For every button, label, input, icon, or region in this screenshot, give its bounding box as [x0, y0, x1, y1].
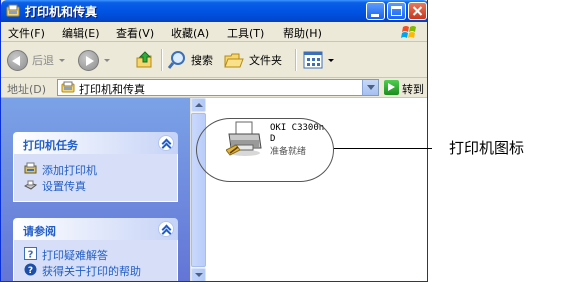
- address-value: 打印机和传真: [79, 83, 145, 96]
- scroll-up-icon[interactable]: [191, 98, 206, 112]
- panel-title: 打印机任务: [23, 139, 78, 152]
- menu-tools[interactable]: 工具(T): [227, 25, 264, 41]
- address-dropdown-button[interactable]: [362, 80, 378, 95]
- folders-label: 文件夹: [249, 54, 282, 67]
- toolbar: 后退 搜索 文件夹: [1, 42, 427, 78]
- back-button[interactable]: 后退: [7, 48, 65, 72]
- menu-help[interactable]: 帮助(H): [283, 25, 322, 41]
- printer-tasks-body: 添加打印机 设置传真: [13, 154, 178, 202]
- menu-edit[interactable]: 编辑(E): [62, 25, 100, 41]
- address-label: 地址(D): [7, 83, 47, 96]
- callout-label: 打印机图标: [449, 139, 525, 157]
- minimize-button[interactable]: [366, 2, 385, 20]
- fax-icon: [24, 180, 37, 190]
- address-field[interactable]: 打印机和传真: [57, 79, 379, 96]
- toolbar-separator: [161, 49, 162, 71]
- see-also-header[interactable]: 请参阅: [13, 218, 178, 240]
- panel-title: 请参阅: [23, 225, 56, 238]
- help-question-icon: ?: [24, 247, 37, 260]
- scroll-down-icon[interactable]: [191, 268, 206, 281]
- windows-logo-icon: [401, 26, 416, 38]
- back-arrow-icon: [7, 49, 28, 71]
- see-also-body: ? 打印疑难解答 ? 获得关于打印的帮助: [13, 240, 178, 281]
- help-circle-icon: ?: [24, 263, 37, 276]
- minimize-icon: [371, 14, 379, 17]
- printer-tasks-header[interactable]: 打印机任务: [13, 132, 178, 154]
- task-label: 添加打印机: [42, 164, 97, 177]
- search-button[interactable]: 搜索: [167, 48, 213, 72]
- svg-text:?: ?: [28, 250, 34, 261]
- menu-favorites[interactable]: 收藏(A): [171, 25, 209, 41]
- back-label: 后退: [32, 54, 54, 67]
- collapse-icon[interactable]: [158, 135, 174, 151]
- toolbar-separator: [295, 49, 296, 71]
- title-bar[interactable]: 打印机和传真: [1, 0, 427, 22]
- printer-tasks-panel: 打印机任务 添加打印机 设置传真: [13, 132, 178, 202]
- link-printing-help[interactable]: ? 获得关于打印的帮助: [14, 262, 177, 278]
- folders-icon: [224, 53, 244, 68]
- close-icon: [412, 6, 423, 16]
- go-arrow-icon[interactable]: [384, 80, 399, 95]
- task-label: 获得关于打印的帮助: [42, 265, 141, 278]
- task-label: 打印疑难解答: [42, 249, 108, 262]
- maximize-button[interactable]: [387, 2, 406, 20]
- task-pane-scrollbar[interactable]: [190, 98, 206, 281]
- close-button[interactable]: [408, 2, 427, 20]
- views-button[interactable]: [303, 48, 334, 72]
- collapse-icon[interactable]: [158, 221, 174, 237]
- chevron-down-icon: [59, 58, 65, 62]
- task-pane: 打印机任务 添加打印机 设置传真 请参阅 ? 打印疑难解答 ? 获得关于打印的帮…: [1, 98, 190, 281]
- folders-button[interactable]: 文件夹: [223, 48, 282, 72]
- task-setup-fax[interactable]: 设置传真: [14, 177, 177, 193]
- add-printer-icon: [24, 162, 37, 174]
- search-icon: [167, 51, 185, 69]
- task-label: 设置传真: [42, 180, 86, 193]
- svg-text:?: ?: [28, 266, 33, 276]
- window-title: 打印机和传真: [25, 5, 98, 19]
- views-icon: [303, 51, 323, 69]
- menu-view[interactable]: 查看(V): [116, 25, 154, 41]
- link-print-troubleshooter[interactable]: ? 打印疑难解答: [14, 246, 177, 262]
- chevron-down-icon: [328, 58, 334, 62]
- forward-arrow-icon: [78, 49, 99, 71]
- search-label: 搜索: [191, 54, 213, 67]
- up-folder-icon: [136, 51, 152, 68]
- go-button-label[interactable]: 转到: [402, 81, 424, 97]
- task-add-printer[interactable]: 添加打印机: [14, 161, 177, 177]
- printers-folder-icon: [61, 81, 75, 93]
- maximize-icon: [391, 6, 402, 16]
- printers-folder-icon: [6, 4, 20, 17]
- highlight-oval: [196, 118, 334, 182]
- see-also-panel: 请参阅 ? 打印疑难解答 ? 获得关于打印的帮助: [13, 218, 178, 281]
- forward-button[interactable]: [78, 48, 110, 72]
- callout-line: [334, 148, 432, 149]
- menu-bar: 文件(F) 编辑(E) 查看(V) 收藏(A) 工具(T) 帮助(H): [1, 22, 427, 42]
- menu-file[interactable]: 文件(F): [8, 25, 45, 41]
- address-bar: 地址(D) 打印机和传真 转到: [1, 78, 427, 98]
- chevron-down-icon: [104, 58, 110, 62]
- up-folder-button[interactable]: [135, 48, 155, 72]
